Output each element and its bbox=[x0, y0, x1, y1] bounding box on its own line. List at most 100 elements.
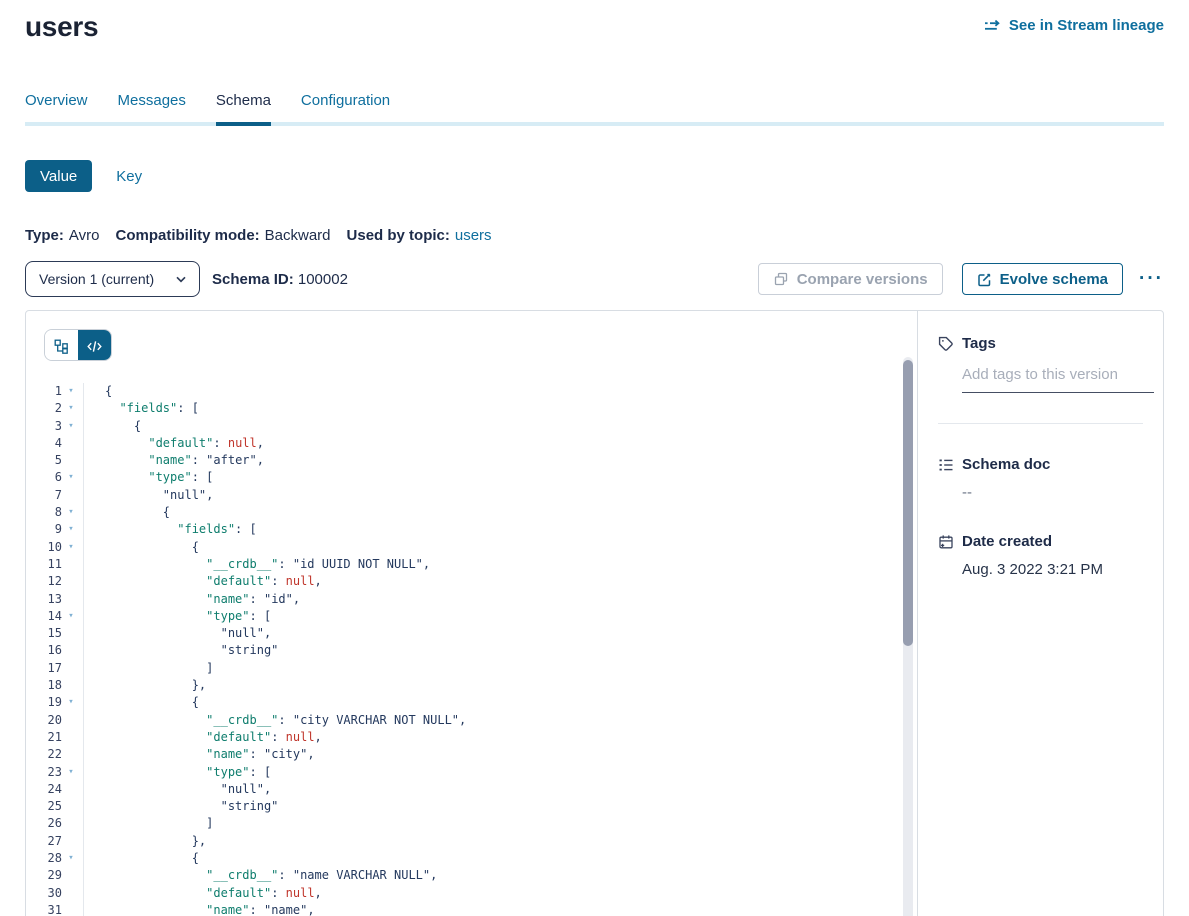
compare-versions-button[interactable]: Compare versions bbox=[758, 263, 943, 295]
line-number: 9 bbox=[44, 521, 62, 538]
code-line: 21 "default": null, bbox=[44, 729, 917, 746]
code-text: "null", bbox=[83, 781, 271, 798]
line-number: 29 bbox=[44, 867, 62, 884]
code-line: 19▾ { bbox=[44, 694, 917, 711]
fold-toggle-icon[interactable]: ▾ bbox=[62, 539, 80, 556]
fold-toggle-icon[interactable]: ▾ bbox=[62, 383, 80, 400]
code-line: 8▾ { bbox=[44, 504, 917, 521]
chevron-down-icon bbox=[176, 276, 186, 283]
code-view-button[interactable] bbox=[78, 330, 111, 361]
value-toggle-button[interactable]: Value bbox=[25, 160, 92, 192]
code-text: "default": null, bbox=[83, 885, 322, 902]
code-line: 16 "string" bbox=[44, 642, 917, 659]
fold-toggle-icon[interactable]: ▾ bbox=[62, 608, 80, 625]
fold-toggle-icon[interactable]: ▾ bbox=[62, 469, 80, 486]
code-line: 15 "null", bbox=[44, 625, 917, 642]
compare-versions-label: Compare versions bbox=[797, 271, 928, 288]
line-number: 5 bbox=[44, 452, 62, 469]
code-text: { bbox=[83, 539, 199, 556]
code-text: "string" bbox=[83, 642, 278, 659]
date-created-title: Date created bbox=[962, 533, 1052, 550]
stream-lineage-label: See in Stream lineage bbox=[1009, 17, 1164, 34]
fold-toggle-icon[interactable]: ▾ bbox=[62, 418, 80, 435]
line-number: 11 bbox=[44, 556, 62, 573]
code-text: }, bbox=[83, 677, 206, 694]
code-line: 14▾ "type": [ bbox=[44, 608, 917, 625]
code-text: "name": "city", bbox=[83, 746, 315, 763]
value-key-toggle: Value Key bbox=[25, 160, 1164, 192]
fold-spacer bbox=[62, 556, 80, 573]
line-number: 17 bbox=[44, 660, 62, 677]
version-toolbar: Version 1 (current) Schema ID: 100002 Co… bbox=[25, 261, 1164, 297]
key-toggle-button[interactable]: Key bbox=[116, 168, 142, 185]
line-number: 10 bbox=[44, 539, 62, 556]
code-text: "default": null, bbox=[83, 435, 264, 452]
fold-toggle-icon[interactable]: ▾ bbox=[62, 850, 80, 867]
code-line: 17 ] bbox=[44, 660, 917, 677]
schema-sidebar: Tags bbox=[917, 311, 1163, 916]
code-text: ] bbox=[83, 815, 213, 832]
fold-toggle-icon[interactable]: ▾ bbox=[62, 504, 80, 521]
line-number: 19 bbox=[44, 694, 62, 711]
fold-spacer bbox=[62, 642, 80, 659]
code-text: "type": [ bbox=[83, 764, 271, 781]
tags-title: Tags bbox=[962, 335, 996, 352]
stream-lineage-icon bbox=[984, 19, 1002, 33]
code-line: 10▾ { bbox=[44, 539, 917, 556]
line-number: 18 bbox=[44, 677, 62, 694]
line-number: 4 bbox=[44, 435, 62, 452]
schema-id-label: Schema ID: bbox=[212, 271, 294, 288]
line-number: 24 bbox=[44, 781, 62, 798]
code-line: 7 "null", bbox=[44, 487, 917, 504]
schema-page: users See in Stream lineage Overview Mes… bbox=[0, 0, 1189, 916]
stream-lineage-link[interactable]: See in Stream lineage bbox=[984, 17, 1164, 34]
code-text: "default": null, bbox=[83, 729, 322, 746]
date-created-section: Date created Aug. 3 2022 3:21 PM bbox=[938, 533, 1143, 578]
view-toggle-group bbox=[44, 329, 112, 361]
fold-toggle-icon[interactable]: ▾ bbox=[62, 764, 80, 781]
fold-toggle-icon[interactable]: ▾ bbox=[62, 521, 80, 538]
line-number: 20 bbox=[44, 712, 62, 729]
tree-view-button[interactable] bbox=[45, 330, 78, 361]
fold-spacer bbox=[62, 712, 80, 729]
line-number: 6 bbox=[44, 469, 62, 486]
fold-toggle-icon[interactable]: ▾ bbox=[62, 400, 80, 417]
code-line: 9▾ "fields": [ bbox=[44, 521, 917, 538]
schema-doc-title: Schema doc bbox=[962, 456, 1050, 473]
schema-id: Schema ID: 100002 bbox=[212, 271, 348, 288]
tab-schema[interactable]: Schema bbox=[216, 92, 271, 126]
code-line: 18 }, bbox=[44, 677, 917, 694]
code-text: "name": "id", bbox=[83, 591, 300, 608]
tab-bar: Overview Messages Schema Configuration bbox=[25, 92, 1164, 126]
code-line: 31 "name": "name", bbox=[44, 902, 917, 916]
code-text: }, bbox=[83, 833, 206, 850]
line-number: 13 bbox=[44, 591, 62, 608]
code-text: ] bbox=[83, 660, 213, 677]
code-line: 11 "__crdb__": "id UUID NOT NULL", bbox=[44, 556, 917, 573]
tab-overview[interactable]: Overview bbox=[25, 92, 88, 122]
topic-link[interactable]: users bbox=[455, 227, 492, 244]
fold-spacer bbox=[62, 573, 80, 590]
tab-configuration[interactable]: Configuration bbox=[301, 92, 390, 122]
fold-spacer bbox=[62, 885, 80, 902]
code-text: "__crdb__": "id UUID NOT NULL", bbox=[83, 556, 430, 573]
more-options-button[interactable]: ··· bbox=[1139, 274, 1164, 284]
code-text: "fields": [ bbox=[83, 521, 257, 538]
tag-icon bbox=[938, 336, 954, 352]
line-number: 21 bbox=[44, 729, 62, 746]
version-select[interactable]: Version 1 (current) bbox=[25, 261, 200, 297]
code-text: "string" bbox=[83, 798, 278, 815]
page-title: users bbox=[25, 10, 98, 44]
type-label: Type: bbox=[25, 227, 64, 244]
evolve-schema-button[interactable]: Evolve schema bbox=[962, 263, 1123, 295]
code-line: 1▾{ bbox=[44, 383, 917, 400]
line-number: 1 bbox=[44, 383, 62, 400]
fold-toggle-icon[interactable]: ▾ bbox=[62, 694, 80, 711]
code-scrollbar[interactable] bbox=[903, 357, 913, 916]
compare-icon bbox=[773, 271, 789, 287]
tab-messages[interactable]: Messages bbox=[118, 92, 186, 122]
tags-input[interactable] bbox=[962, 364, 1154, 393]
line-number: 30 bbox=[44, 885, 62, 902]
line-number: 14 bbox=[44, 608, 62, 625]
scrollbar-thumb[interactable] bbox=[903, 360, 913, 646]
